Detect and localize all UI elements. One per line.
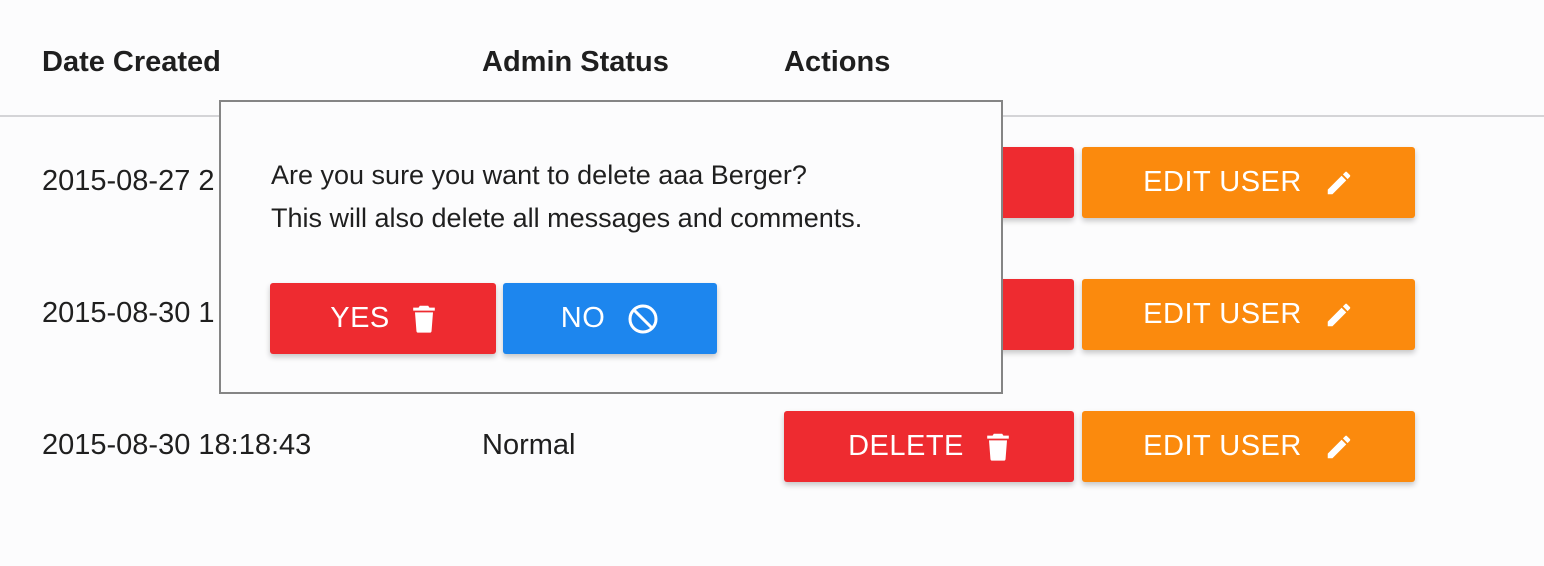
pencil-icon [1324, 432, 1354, 462]
column-header-actions: Actions [784, 46, 891, 78]
confirm-yes-label: YES [330, 302, 390, 334]
row-3-delete-button[interactable]: DELETE [784, 411, 1074, 482]
row-3-date-created: 2015-08-30 18:18:43 [42, 429, 312, 461]
row-2-edit-user-button[interactable]: EDIT USER [1082, 279, 1415, 350]
column-header-date-created: Date Created [42, 46, 221, 78]
row-2-edit-user-label: EDIT USER [1143, 298, 1302, 330]
row-2-date-created: 2015-08-30 1 [42, 297, 215, 329]
confirm-no-button[interactable]: NO [503, 283, 717, 354]
dialog-message-line-1: Are you sure you want to delete aaa Berg… [271, 160, 807, 190]
trash-icon [986, 432, 1010, 462]
block-icon [627, 303, 659, 335]
confirm-no-label: NO [560, 302, 606, 334]
trash-icon [412, 304, 436, 334]
row-3-edit-user-button[interactable]: EDIT USER [1082, 411, 1415, 482]
row-1-edit-user-label: EDIT USER [1143, 166, 1302, 198]
dialog-message-line-2: This will also delete all messages and c… [271, 203, 863, 233]
pencil-icon [1324, 168, 1354, 198]
delete-confirm-dialog: Are you sure you want to delete aaa Berg… [219, 100, 1003, 394]
confirm-yes-button[interactable]: YES [270, 283, 496, 354]
row-1-date-created: 2015-08-27 2 [42, 165, 215, 197]
row-1-edit-user-button[interactable]: EDIT USER [1082, 147, 1415, 218]
user-table-page: Date Created Admin Status Actions 2015-0… [0, 0, 1544, 566]
column-header-admin-status: Admin Status [482, 46, 669, 78]
row-3-edit-user-label: EDIT USER [1143, 430, 1302, 462]
pencil-icon [1324, 300, 1354, 330]
row-3-delete-label: DELETE [848, 430, 964, 462]
row-3-admin-status: Normal [482, 429, 576, 461]
